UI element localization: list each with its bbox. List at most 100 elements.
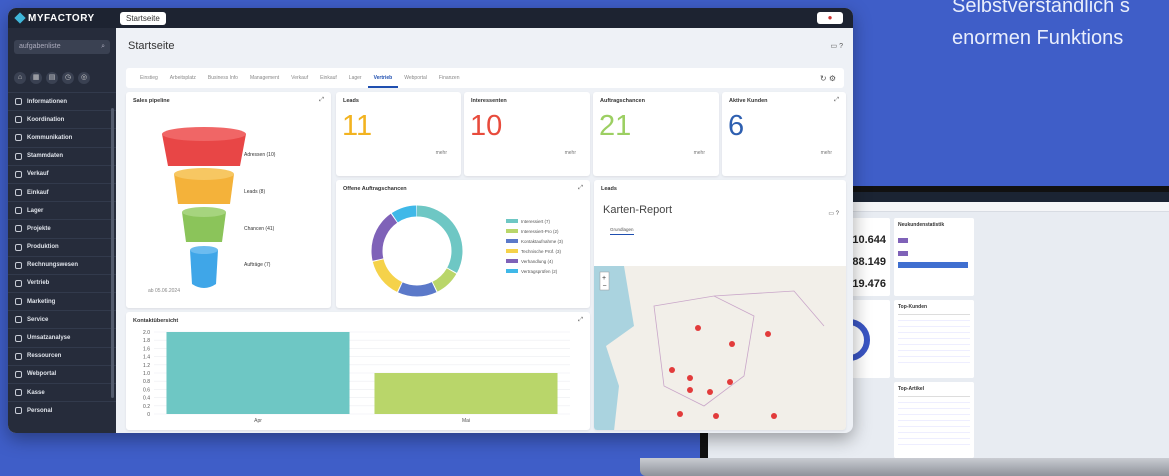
- settings-icon[interactable]: ◎: [78, 72, 90, 84]
- user-menu-button[interactable]: ●: [817, 12, 843, 24]
- sidebar-item-label: Stammdaten: [27, 153, 64, 160]
- laptop-card-topcustomers: Top-Kunden: [894, 300, 974, 378]
- europe-map[interactable]: + −: [594, 266, 846, 430]
- tab-startseite[interactable]: Startseite: [120, 11, 166, 25]
- y-tick-label: 1.0: [143, 371, 150, 377]
- sidebar-item-projekte[interactable]: Projekte: [8, 219, 116, 237]
- calendar-icon[interactable]: ▤: [46, 72, 58, 84]
- tab-verkauf[interactable]: Verkauf: [285, 68, 314, 88]
- tab-einkauf[interactable]: Einkauf: [314, 68, 343, 88]
- legend-label: Interessiert-Pro (2): [521, 228, 559, 234]
- donut-legend-item[interactable]: Interessiert-Pro (2): [506, 226, 563, 236]
- clock-icon[interactable]: ◷: [62, 72, 74, 84]
- print-icon[interactable]: ▭: [828, 211, 834, 217]
- tab-management[interactable]: Management: [244, 68, 285, 88]
- cart-icon: [15, 189, 22, 197]
- donut-legend-item[interactable]: Interessiert (7): [506, 216, 563, 226]
- sidebar-scrollbar[interactable]: [111, 108, 114, 398]
- map-marker[interactable]: [707, 389, 713, 395]
- sidebar-item-vertrieb[interactable]: Vertrieb: [8, 273, 116, 292]
- tab-business-info[interactable]: Business Info: [202, 68, 244, 88]
- map-marker[interactable]: [729, 341, 735, 347]
- sidebar-item-lager[interactable]: Lager: [8, 201, 116, 219]
- map-marker[interactable]: [765, 331, 771, 337]
- map-marker[interactable]: [687, 387, 693, 393]
- map-tab-grundlagen[interactable]: Grundlagen: [610, 227, 634, 235]
- gear-icon[interactable]: ⚙: [829, 74, 836, 83]
- refresh-icon[interactable]: ↻: [820, 74, 827, 83]
- help-icon[interactable]: ?: [839, 43, 843, 50]
- donut-legend-item[interactable]: Technische Prüf. (3): [506, 246, 563, 256]
- sidebar-item-verkauf[interactable]: Verkauf: [8, 164, 116, 183]
- sidebar-item-rechnungswesen[interactable]: Rechnungswesen: [8, 255, 116, 274]
- kpi-interessenten-more-link[interactable]: mehr: [565, 150, 576, 156]
- sidebar-item-kasse[interactable]: Kasse: [8, 383, 116, 401]
- kpi-leads-more-link[interactable]: mehr: [436, 150, 447, 156]
- map-marker[interactable]: [713, 413, 719, 419]
- sidebar-item-webportal[interactable]: Webportal: [8, 364, 116, 383]
- search-icon[interactable]: ⌕: [101, 43, 105, 51]
- tab-finanzen[interactable]: Finanzen: [433, 68, 466, 88]
- sidebar-item-produktion[interactable]: Produktion: [8, 237, 116, 256]
- warehouse-icon: [15, 207, 22, 215]
- sidebar-item-service[interactable]: Service: [8, 310, 116, 328]
- kpi-auftragschancen-more-link[interactable]: mehr: [694, 150, 705, 156]
- donut-legend-item[interactable]: Verhandlung (4): [506, 256, 563, 266]
- accounting-icon: [15, 261, 22, 269]
- home-icon[interactable]: ⌂: [14, 72, 26, 84]
- tab-vertrieb[interactable]: Vertrieb: [367, 68, 399, 88]
- main-content: Startseite ▭ ? Einstieg Arbeitsplatz Busin…: [116, 28, 853, 433]
- sidebar-nav: Informationen Koordination Kommunikation St…: [8, 92, 116, 419]
- expand-icon[interactable]: ⤢: [319, 97, 324, 104]
- expand-icon[interactable]: ⤢: [578, 185, 583, 192]
- tab-webportal[interactable]: Webportal: [398, 68, 433, 88]
- tab-einstieg[interactable]: Einstieg: [134, 68, 164, 88]
- map-marker[interactable]: [669, 367, 675, 373]
- legend-label: Vertragsprüfen (2): [521, 268, 558, 274]
- kpi-card-aktive-kunden[interactable]: Aktive Kunden ⤢ 6 mehr: [722, 92, 846, 176]
- sidebar-item-informationen[interactable]: Informationen: [8, 92, 116, 110]
- zoom-out-icon[interactable]: −: [603, 283, 607, 290]
- sidebar-item-kommunikation[interactable]: Kommunikation: [8, 128, 116, 146]
- sidebar-item-ressourcen[interactable]: Ressourcen: [8, 346, 116, 365]
- donut-legend-item[interactable]: Kontaktaufnahme (3): [506, 236, 563, 246]
- contact-overview-card: Kontaktübersicht ⤢ 2.0 1.8 1.6 1.4 1.2 1.0 0.8…: [126, 312, 590, 430]
- kpi-card-leads[interactable]: Leads 11 mehr: [336, 92, 461, 176]
- print-icon[interactable]: ▭: [831, 43, 838, 50]
- sidebar-item-label: Informationen: [27, 98, 67, 105]
- expand-icon[interactable]: ⤢: [578, 317, 583, 324]
- sidebar-item-label: Lager: [27, 207, 44, 214]
- expand-icon[interactable]: ⤢: [834, 97, 839, 104]
- sidebar-item-koordination[interactable]: Koordination: [8, 110, 116, 128]
- tab-lager[interactable]: Lager: [343, 68, 368, 88]
- map-card-title: Leads: [601, 186, 617, 192]
- tab-actions: ↻ ⚙: [820, 74, 836, 83]
- background-headline: Selbstverständlich s enormen Funktions: [952, 0, 1130, 54]
- legend-label: Verhandlung (4): [521, 258, 554, 264]
- tab-arbeitsplatz[interactable]: Arbeitsplatz: [164, 68, 202, 88]
- sidebar-item-marketing[interactable]: Marketing: [8, 292, 116, 310]
- bar-apr[interactable]: [166, 332, 350, 414]
- zoom-in-icon[interactable]: +: [602, 275, 606, 282]
- donut-legend-item[interactable]: Vertragsprüfen (2): [506, 266, 563, 276]
- sidebar-search-input[interactable]: aufgabenliste ⌕: [14, 40, 110, 54]
- sidebar-item-umsatzanalyse[interactable]: Umsatzanalyse: [8, 328, 116, 346]
- sidebar-item-stammdaten[interactable]: Stammdaten: [8, 146, 116, 165]
- kpi-card-interessenten[interactable]: Interessenten 10 mehr: [464, 92, 590, 176]
- funnel-stage-3-top: [182, 207, 226, 217]
- kpi-card-auftragschancen[interactable]: Auftragschancen 21 mehr: [593, 92, 719, 176]
- bar-mai[interactable]: [374, 373, 558, 414]
- map-marker[interactable]: [677, 411, 683, 417]
- kpi-aktive-kunden-more-link[interactable]: mehr: [821, 150, 832, 156]
- sidebar-item-personal[interactable]: Personal: [8, 401, 116, 419]
- chat-icon: [15, 134, 22, 142]
- map-marker[interactable]: [695, 325, 701, 331]
- sidebar-item-einkauf[interactable]: Einkauf: [8, 182, 116, 201]
- help-icon[interactable]: ?: [836, 211, 839, 217]
- map-marker[interactable]: [727, 379, 733, 385]
- map-marker[interactable]: [687, 375, 693, 381]
- map-marker[interactable]: [771, 413, 777, 419]
- grid-icon[interactable]: ▦: [30, 72, 42, 84]
- y-tick-label: 1.8: [143, 338, 150, 344]
- people-icon: [15, 407, 22, 415]
